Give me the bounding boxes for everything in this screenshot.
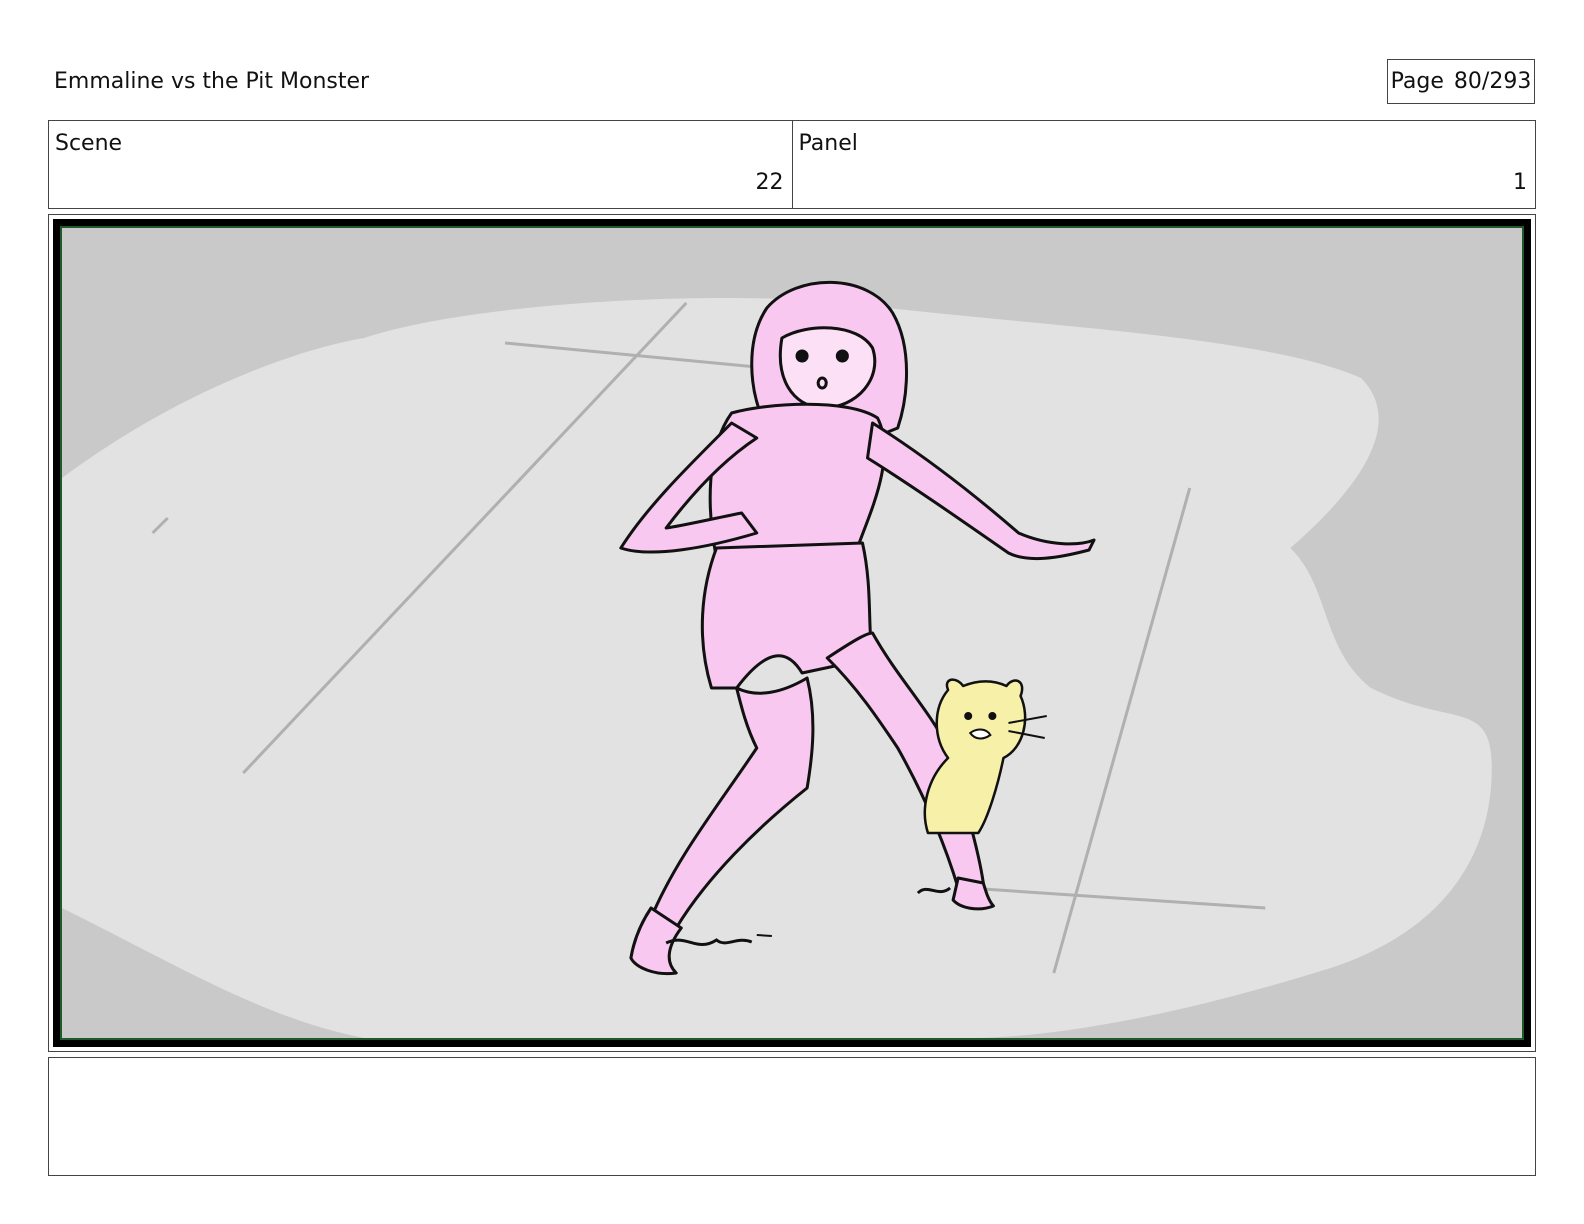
scene-cell: Scene 22: [49, 121, 792, 208]
sketch-illustration: [62, 228, 1522, 1038]
page-label: Page: [1390, 69, 1444, 94]
panel-cell: Panel 1: [791, 121, 1536, 208]
panel-label: Panel: [798, 131, 858, 156]
scene-panel-table: Scene 22 Panel 1: [48, 120, 1536, 209]
page-number: 80/293: [1453, 69, 1532, 94]
panel-artwork: [60, 226, 1524, 1040]
panel-number: 1: [1513, 170, 1527, 195]
notes-box: [48, 1057, 1536, 1176]
page-counter: Page 80/293: [1387, 59, 1535, 104]
storyboard-title: Emmaline vs the Pit Monster: [54, 69, 370, 94]
scene-label: Scene: [55, 131, 123, 156]
scene-number: 22: [755, 170, 784, 195]
storyboard-frame: [48, 214, 1536, 1052]
